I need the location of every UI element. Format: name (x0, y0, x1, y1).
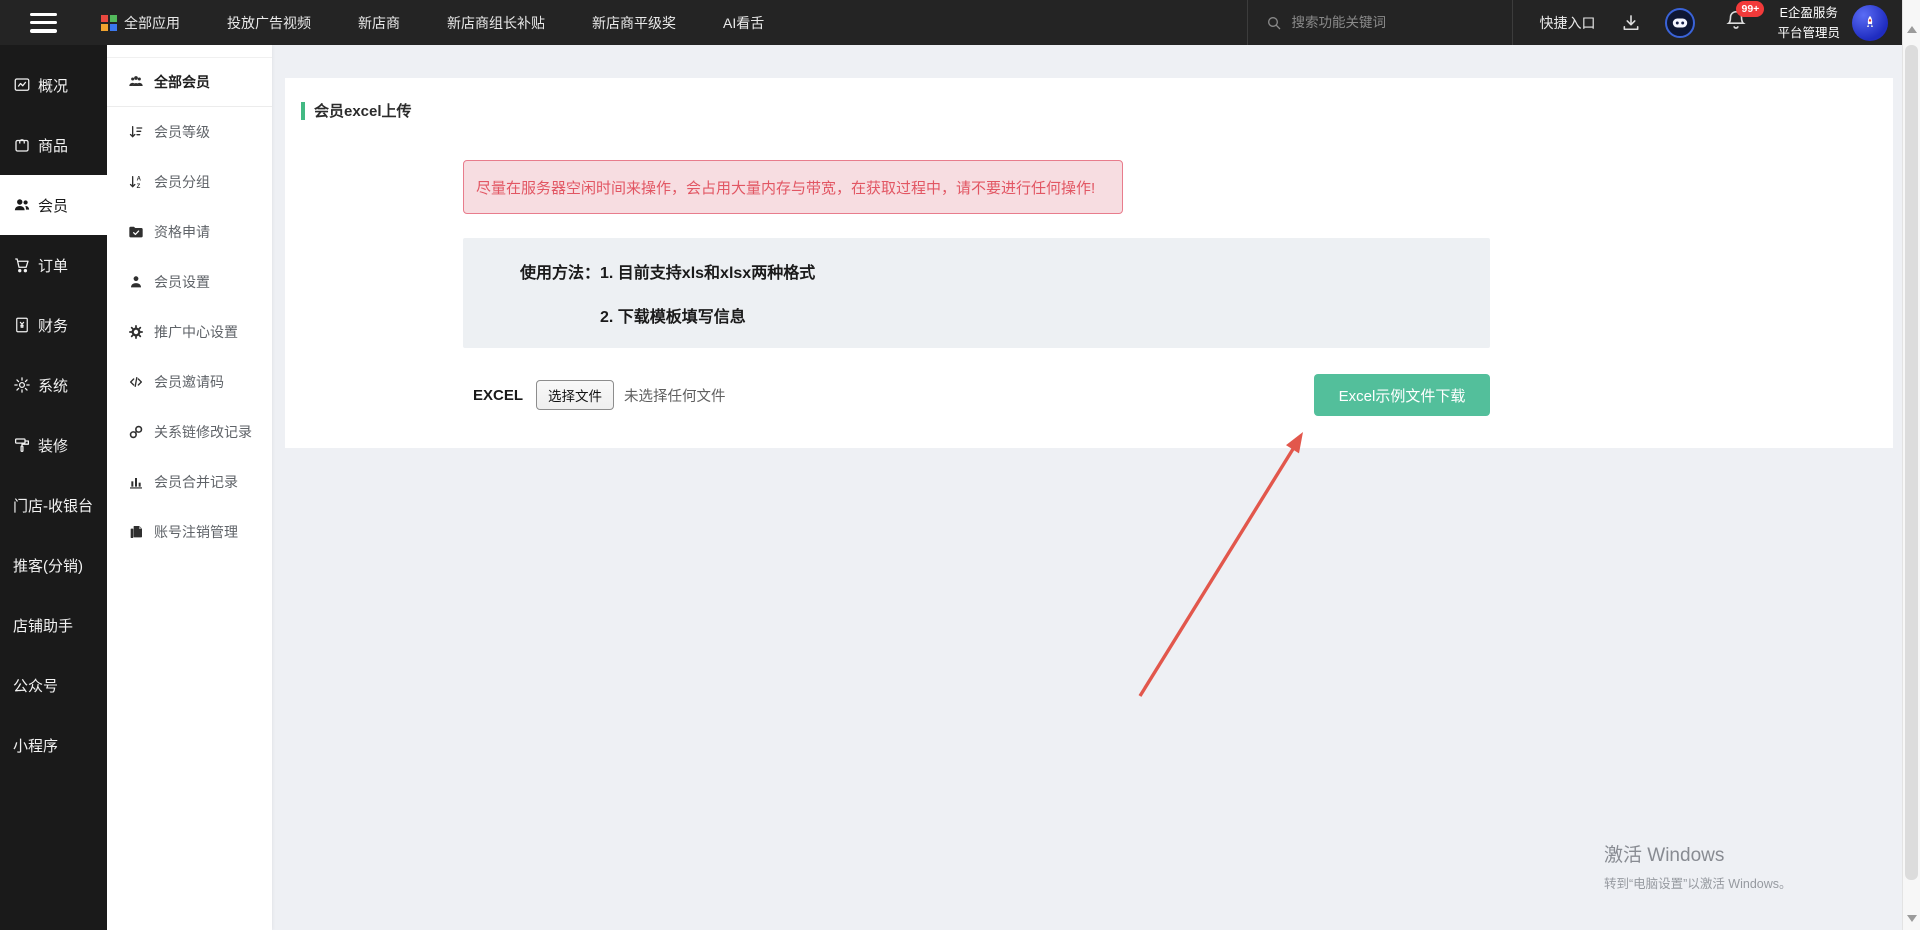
promotion-center-icon (128, 324, 144, 340)
sidebar-item-finance[interactable]: 财务 (0, 295, 107, 355)
submenu-item-account-cancellation[interactable]: 账号注销管理 (107, 507, 272, 557)
excel-sample-download-button[interactable]: Excel示例文件下载 (1314, 374, 1490, 416)
nav-item-group-subsidy[interactable]: 新店商组长补贴 (447, 13, 545, 33)
sidebar-item-shop-assistant[interactable]: 店铺助手 (0, 595, 107, 655)
quick-entry-link[interactable]: 快捷入口 (1539, 13, 1595, 33)
excel-upload-row: EXCEL 选择文件 未选择任何文件 (473, 381, 726, 409)
search-icon (1266, 15, 1282, 31)
orders-icon (13, 256, 31, 274)
nav-item-new-shop[interactable]: 新店商 (358, 13, 400, 33)
nav-item-level-award[interactable]: 新店商平级奖 (592, 13, 676, 33)
submenu-item-relation-chain[interactable]: 关系链修改记录 (107, 407, 272, 457)
members-icon (13, 196, 31, 214)
all-members-icon (128, 74, 144, 90)
sidebar-item-official-account[interactable]: 公众号 (0, 655, 107, 715)
sidebar-item-decorate[interactable]: 装修 (0, 415, 107, 475)
choose-file-button[interactable]: 选择文件 (536, 380, 614, 410)
usage-line-1: 使用方法：1. 目前支持xls和xlsx两种格式 (520, 264, 1490, 284)
sidebar-item-distribution[interactable]: 推客(分销) (0, 535, 107, 595)
submenu-item-promotion-center[interactable]: 推广中心设置 (107, 307, 272, 357)
member-submenu: 全部会员 会员等级 A Z 会员分组 资格申请 会员设置 推广中心设置 (107, 45, 272, 930)
relation-chain-icon (128, 424, 144, 440)
usage-line-2: 使用方法：2. 下载模板填写信息 (520, 308, 1490, 328)
submenu-item-all-members[interactable]: 全部会员 (107, 57, 272, 107)
notification-badge: 99+ (1736, 1, 1764, 17)
usage-instructions: 使用方法：1. 目前支持xls和xlsx两种格式 使用方法：2. 下载模板填写信… (463, 238, 1490, 348)
overview-icon (13, 76, 31, 94)
windows-activation-watermark: 激活 Windows 转到“电脑设置”以激活 Windows。 (1604, 840, 1792, 892)
watermark-line1: 激活 Windows (1604, 840, 1792, 867)
function-search[interactable] (1247, 0, 1513, 45)
ai-assistant-icon[interactable] (1665, 8, 1695, 38)
scroll-down-arrow[interactable] (1907, 915, 1917, 922)
all-apps-label: 全部应用 (124, 13, 180, 33)
svg-text:Z: Z (137, 184, 141, 190)
svg-text:A: A (137, 176, 142, 182)
download-icon[interactable] (1621, 13, 1641, 33)
member-group-icon: A Z (128, 174, 144, 190)
scroll-up-arrow[interactable] (1907, 26, 1917, 33)
sidebar-item-goods[interactable]: 商品 (0, 115, 107, 175)
excel-field-label: EXCEL (473, 387, 523, 404)
main-content: 会员excel上传 尽量在服务器空闲时间来操作，会占用大量内存与带宽，在获取过程… (272, 45, 1902, 930)
invite-code-icon (128, 374, 144, 390)
avatar[interactable] (1852, 5, 1888, 41)
goods-icon (13, 136, 31, 154)
page-title: 会员excel上传 (301, 100, 412, 121)
sidebar-item-mini-program[interactable]: 小程序 (0, 715, 107, 775)
notifications-button[interactable]: 99+ (1725, 9, 1747, 36)
sidebar-item-members[interactable]: 会员 (0, 175, 107, 235)
title-accent-bar (301, 102, 305, 120)
no-file-selected-text: 未选择任何文件 (624, 385, 726, 406)
submenu-item-member-level[interactable]: 会员等级 (107, 107, 272, 157)
submenu-item-invite-code[interactable]: 会员邀请码 (107, 357, 272, 407)
submenu-item-member-group[interactable]: A Z 会员分组 (107, 157, 272, 207)
account-cancellation-icon (128, 524, 144, 540)
user-role: 平台管理员 (1777, 23, 1840, 43)
sidebar-item-overview[interactable]: 概况 (0, 55, 107, 115)
all-apps-button[interactable]: 全部应用 (101, 13, 180, 33)
submenu-item-merge-record[interactable]: 会员合并记录 (107, 457, 272, 507)
hamburger-menu-icon[interactable] (30, 13, 57, 33)
sidebar-item-store-cashier[interactable]: 门店-收银台 (0, 475, 107, 535)
submenu-item-qualification-apply[interactable]: 资格申请 (107, 207, 272, 257)
member-settings-icon (128, 274, 144, 290)
topbar: 全部应用 投放广告视频 新店商 新店商组长补贴 新店商平级奖 AI看舌 快捷入口… (0, 0, 1902, 45)
excel-upload-card: 会员excel上传 尽量在服务器空闲时间来操作，会占用大量内存与带宽，在获取过程… (285, 78, 1893, 448)
nav-item-ad-video[interactable]: 投放广告视频 (227, 13, 311, 33)
sidebar-item-system[interactable]: 系统 (0, 355, 107, 415)
scrollbar[interactable] (1902, 0, 1920, 930)
finance-icon (13, 316, 31, 334)
user-org: E企盈服务 (1777, 3, 1840, 23)
topbar-nav: 投放广告视频 新店商 新店商组长补贴 新店商平级奖 AI看舌 (227, 13, 764, 33)
system-icon (13, 376, 31, 394)
watermark-line2: 转到“电脑设置”以激活 Windows。 (1604, 873, 1792, 892)
warning-banner: 尽量在服务器空闲时间来操作，会占用大量内存与带宽，在获取过程中，请不要进行任何操… (463, 160, 1123, 214)
user-info[interactable]: E企盈服务 平台管理员 (1777, 3, 1840, 43)
nav-item-ai-tongue[interactable]: AI看舌 (723, 13, 764, 33)
search-input[interactable] (1291, 15, 1494, 30)
qualification-apply-icon (128, 224, 144, 240)
submenu-item-member-settings[interactable]: 会员设置 (107, 257, 272, 307)
merge-record-icon (128, 474, 144, 490)
apps-grid-icon (101, 15, 117, 31)
sidebar: 概况 商品 会员 订单 财务 系统 装修 (0, 45, 107, 930)
member-level-icon (128, 124, 144, 140)
scrollbar-thumb[interactable] (1905, 45, 1918, 880)
decorate-icon (13, 436, 31, 454)
sidebar-item-orders[interactable]: 订单 (0, 235, 107, 295)
